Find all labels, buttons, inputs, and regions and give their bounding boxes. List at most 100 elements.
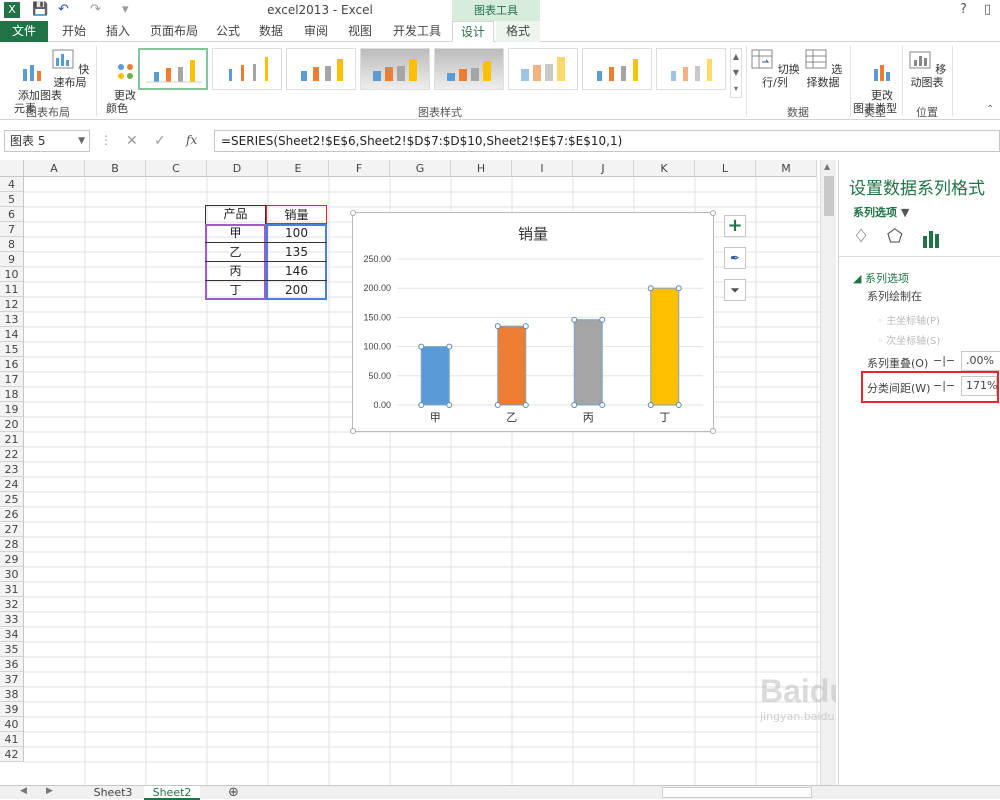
move-chart-button[interactable]: 移动图表 — [904, 48, 950, 89]
row-header[interactable]: 21 — [0, 432, 24, 447]
insert-function-icon[interactable]: fx — [186, 133, 197, 147]
chart-style-8[interactable] — [656, 48, 726, 90]
table-header-sales[interactable]: 销量 — [266, 205, 327, 224]
next-sheet-icon[interactable]: ▶ — [46, 786, 53, 796]
column-header[interactable]: K — [634, 160, 695, 177]
tab-view[interactable]: 视图 — [338, 21, 382, 42]
scroll-thumb[interactable] — [824, 176, 834, 216]
table-cell[interactable]: 146 — [266, 262, 327, 281]
row-header[interactable]: 39 — [0, 702, 24, 717]
name-box-dropdown-icon[interactable]: ▼ — [78, 131, 85, 151]
row-header[interactable]: 12 — [0, 297, 24, 312]
collapse-ribbon-icon[interactable]: ⌃ — [986, 104, 994, 115]
row-header[interactable]: 35 — [0, 642, 24, 657]
chart-style-1[interactable] — [138, 48, 208, 90]
customize-qa-icon[interactable]: ▾ — [122, 2, 129, 18]
table-header-product[interactable]: 产品 — [205, 205, 266, 224]
series-overlap-input[interactable]: .00% — [961, 351, 1000, 371]
column-header[interactable]: F — [329, 160, 390, 177]
tab-formulas[interactable]: 公式 — [208, 21, 248, 42]
ribbon-display-icon[interactable]: ▯ — [984, 2, 991, 17]
new-sheet-icon[interactable]: ⊕ — [228, 785, 239, 800]
chart-styles-brush-icon[interactable]: ✒ — [724, 247, 746, 269]
row-header[interactable]: 13 — [0, 312, 24, 327]
sheet-tab-sheet2[interactable]: Sheet2 — [144, 786, 200, 800]
row-header[interactable]: 28 — [0, 537, 24, 552]
row-header[interactable]: 24 — [0, 477, 24, 492]
section-series-options[interactable]: ◢ 系列选项 — [853, 270, 909, 286]
column-header[interactable]: G — [390, 160, 451, 177]
gap-width-input[interactable]: 171% — [961, 376, 997, 396]
name-box[interactable]: 图表 5 ▼ — [4, 130, 90, 152]
switch-row-column-button[interactable]: 切换行/列 — [750, 48, 800, 89]
row-header[interactable]: 30 — [0, 567, 24, 582]
series-options-bar-icon[interactable] — [921, 228, 941, 251]
row-header[interactable]: 9 — [0, 252, 24, 267]
row-header[interactable]: 11 — [0, 282, 24, 297]
row-header[interactable]: 42 — [0, 747, 24, 762]
column-header[interactable]: D — [207, 160, 268, 177]
select-all-corner[interactable] — [0, 160, 24, 177]
gap-width-slider[interactable]: −|− — [933, 379, 955, 392]
table-cell[interactable]: 200 — [266, 281, 327, 300]
row-header[interactable]: 22 — [0, 447, 24, 462]
row-header[interactable]: 7 — [0, 222, 24, 237]
enter-icon[interactable]: ✓ — [154, 133, 166, 149]
table-cell[interactable]: 甲 — [205, 224, 266, 243]
column-header[interactable]: E — [268, 160, 329, 177]
chart-style-3[interactable] — [286, 48, 356, 90]
row-header[interactable]: 29 — [0, 552, 24, 567]
row-header[interactable]: 36 — [0, 657, 24, 672]
row-header[interactable]: 15 — [0, 342, 24, 357]
column-header[interactable]: I — [512, 160, 573, 177]
fill-line-icon[interactable]: ♢ — [853, 226, 869, 247]
column-header[interactable]: B — [85, 160, 146, 177]
row-header[interactable]: 16 — [0, 357, 24, 372]
save-icon[interactable]: 💾 — [32, 2, 48, 18]
horizontal-scrollbar[interactable] — [662, 787, 812, 798]
help-icon[interactable]: ? — [960, 2, 967, 17]
row-header[interactable]: 31 — [0, 582, 24, 597]
column-header[interactable]: A — [24, 160, 85, 177]
row-header[interactable]: 6 — [0, 207, 24, 222]
select-data-button[interactable]: 选择数据 — [800, 48, 846, 89]
row-header[interactable]: 4 — [0, 177, 24, 192]
chart-style-2[interactable] — [212, 48, 282, 90]
styles-gallery-scroll[interactable]: ▲ ▼ ▾ — [730, 48, 742, 98]
row-header[interactable]: 19 — [0, 402, 24, 417]
row-header[interactable]: 34 — [0, 627, 24, 642]
row-header[interactable]: 33 — [0, 612, 24, 627]
change-colors-button[interactable]: 更改 颜色 — [100, 48, 136, 128]
table-cell[interactable]: 135 — [266, 243, 327, 262]
table-cell[interactable]: 100 — [266, 224, 327, 243]
row-header[interactable]: 32 — [0, 597, 24, 612]
row-header[interactable]: 26 — [0, 507, 24, 522]
column-header[interactable]: L — [695, 160, 756, 177]
row-header[interactable]: 17 — [0, 372, 24, 387]
chart-style-6[interactable] — [508, 48, 578, 90]
tab-page-layout[interactable]: 页面布局 — [142, 21, 206, 42]
chart-elements-plus-icon[interactable]: + — [724, 215, 746, 237]
table-cell[interactable]: 丙 — [205, 262, 266, 281]
resize-handle[interactable] — [710, 210, 716, 216]
row-header[interactable]: 25 — [0, 492, 24, 507]
effects-pentagon-icon[interactable]: ⬠ — [887, 226, 903, 247]
resize-handle[interactable] — [350, 428, 356, 434]
tab-review[interactable]: 审阅 — [296, 21, 336, 42]
row-header[interactable]: 38 — [0, 687, 24, 702]
row-header[interactable]: 14 — [0, 327, 24, 342]
chart-style-5[interactable] — [434, 48, 504, 90]
table-cell[interactable]: 乙 — [205, 243, 266, 262]
resize-handle[interactable] — [350, 210, 356, 216]
row-header[interactable]: 40 — [0, 717, 24, 732]
chart-filter-icon[interactable]: ⏷ — [724, 279, 746, 301]
row-header[interactable]: 23 — [0, 462, 24, 477]
series-overlap-slider[interactable]: −|− — [933, 354, 955, 367]
resize-handle[interactable] — [710, 428, 716, 434]
row-header[interactable]: 18 — [0, 387, 24, 402]
tab-developer[interactable]: 开发工具 — [386, 21, 448, 42]
row-header[interactable]: 8 — [0, 237, 24, 252]
chart-style-7[interactable] — [582, 48, 652, 90]
primary-axis-radio[interactable]: ◦ 主坐标轴(P) — [877, 312, 940, 327]
tab-home[interactable]: 开始 — [52, 21, 96, 42]
